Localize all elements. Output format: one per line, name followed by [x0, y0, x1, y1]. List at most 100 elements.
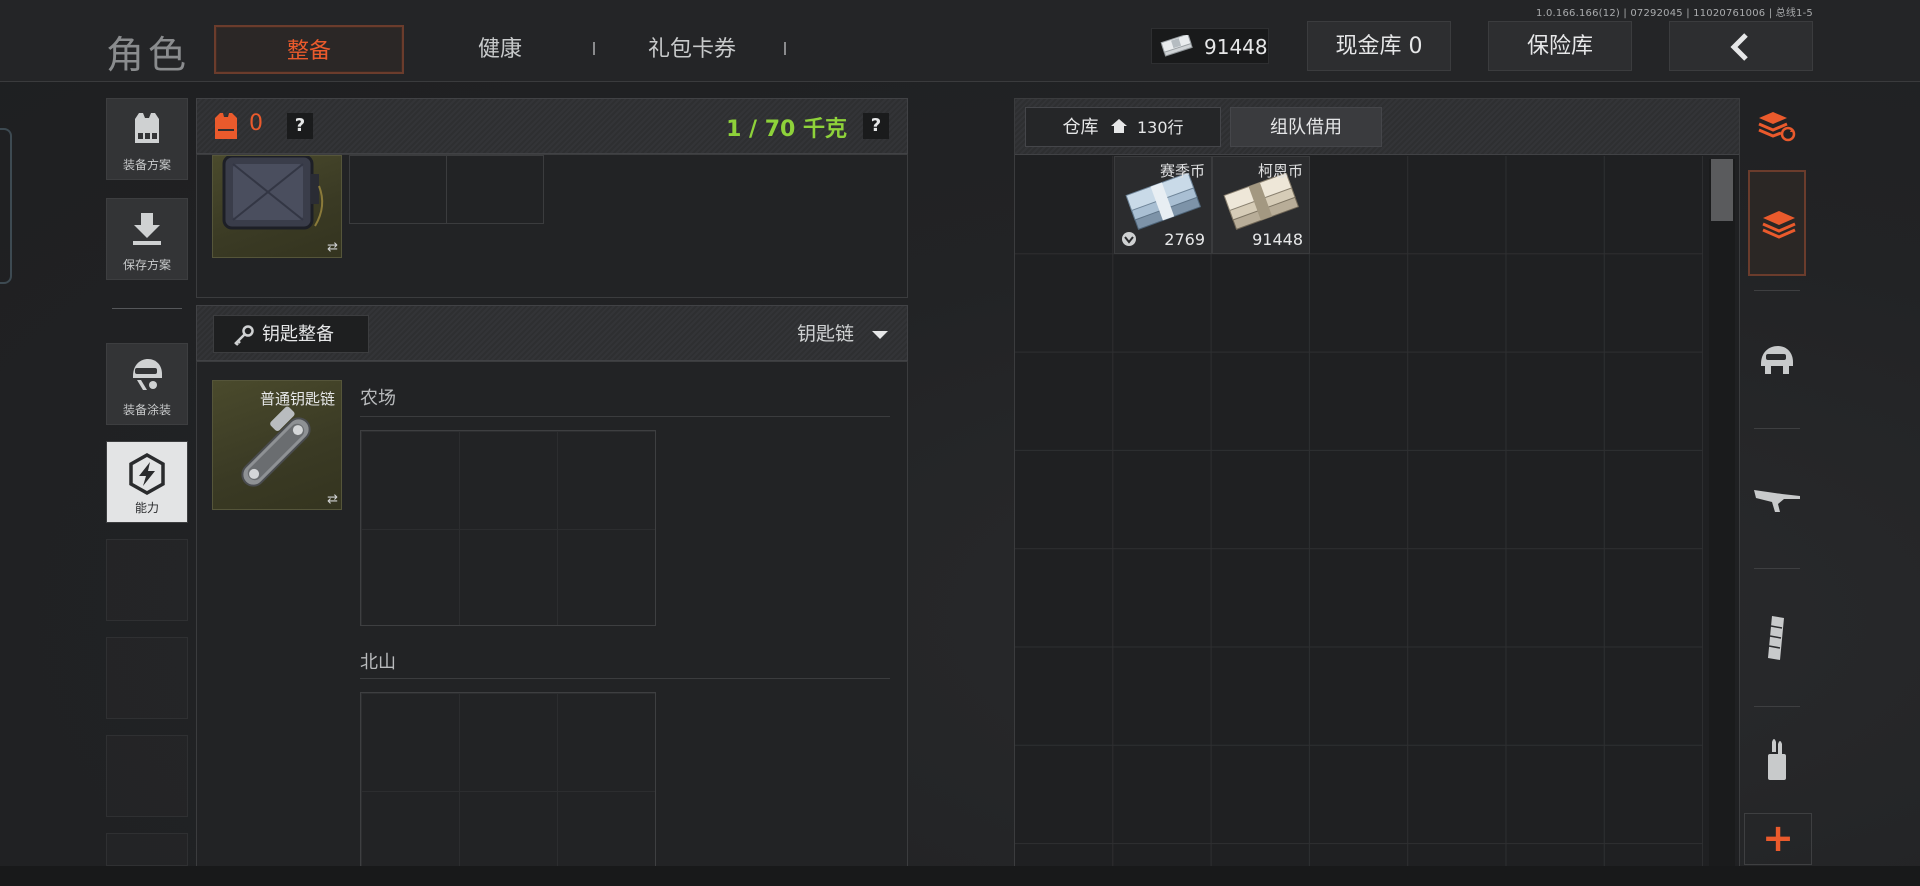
- season-coin-icon: [1125, 173, 1202, 230]
- koen-coin-icon: [1223, 173, 1300, 230]
- item-name: 赛季币: [1159, 162, 1205, 180]
- page-title: 角色: [106, 33, 191, 77]
- tab-team-borrow[interactable]: 组队借用: [1230, 107, 1382, 147]
- filter-all-selected[interactable]: [1748, 170, 1806, 276]
- filter-ammo[interactable]: [1740, 712, 1814, 806]
- case-panel: ⇄: [196, 154, 908, 298]
- layers-icon: [1762, 211, 1796, 239]
- tab-divider: [593, 42, 595, 55]
- sidebar-item-label: 装备涂装: [122, 403, 171, 417]
- top-bar: 1.0.166.166(12) | 07292045 | 11020761006…: [0, 0, 1920, 82]
- side-drawer-handle[interactable]: [0, 128, 12, 284]
- download-icon: [133, 213, 161, 245]
- key-grid-farm[interactable]: [360, 430, 656, 626]
- sidebar-item-equipment-paint[interactable]: 装备涂装: [106, 343, 188, 425]
- version-text: 1.0.166.166(12) | 07292045 | 11020761006…: [1536, 8, 1813, 19]
- key-equipment-title: 钥匙整备: [262, 324, 334, 345]
- lightning-hex-icon: [129, 452, 165, 496]
- armor-icon: [215, 113, 237, 139]
- tab-warehouse[interactable]: 仓库 130行: [1025, 107, 1221, 147]
- helmet-icon: [1761, 346, 1793, 374]
- sidebar-item-label: 保存方案: [122, 258, 171, 272]
- section-label-north-mountain: 北山: [360, 652, 396, 673]
- warehouse-item-season-coin[interactable]: 赛季币 2769: [1114, 156, 1212, 254]
- add-button[interactable]: +: [1744, 813, 1812, 865]
- capacity-header: 0 ? 1 / 70 千克 ?: [196, 98, 908, 154]
- item-quantity: 2769: [1164, 230, 1205, 249]
- key-equipment-header: 钥匙整备 钥匙链: [196, 305, 908, 361]
- filter-divider: [1754, 568, 1800, 569]
- key-equipment-button[interactable]: 钥匙整备: [213, 315, 369, 353]
- weight-text: 1 / 70 千克: [726, 117, 847, 142]
- section-divider: [360, 416, 890, 417]
- helmet-paint-icon: [133, 359, 162, 390]
- sidebar-empty-slot: [106, 637, 188, 719]
- sidebar-item-label: 能力: [134, 501, 159, 515]
- swap-icon[interactable]: ⇄: [327, 240, 338, 255]
- key-icon: [234, 325, 254, 346]
- filter-magazine[interactable]: [1740, 584, 1814, 694]
- sidebar-divider: [112, 308, 182, 309]
- bottom-bar: [0, 866, 1920, 886]
- sidebar-empty-slot: [106, 735, 188, 817]
- sidebar-empty-slot: [106, 833, 188, 866]
- section-label-farm: 农场: [360, 388, 396, 409]
- armor-count: 0: [249, 111, 263, 136]
- key-grid-north-mountain[interactable]: [360, 692, 656, 867]
- home-icon: [1111, 119, 1128, 133]
- case-slot[interactable]: [349, 155, 447, 224]
- rifle-icon: [1754, 490, 1800, 512]
- chevron-left-icon: [1730, 33, 1748, 61]
- warehouse-panel: 仓库 130行 组队借用 赛季币 2769 柯恩币 91448: [1014, 98, 1740, 868]
- vest-icon: [135, 113, 159, 143]
- currency-display: 91448: [1151, 28, 1269, 64]
- filter-helmet[interactable]: [1740, 304, 1814, 414]
- ammo-icon: [1768, 739, 1786, 780]
- warehouse-tab-label: 仓库: [1062, 117, 1099, 138]
- warehouse-header: 仓库 130行 组队借用: [1015, 99, 1739, 155]
- case-slot[interactable]: [446, 155, 544, 224]
- weight-help-button[interactable]: ?: [863, 113, 889, 139]
- tab-health[interactable]: 健康: [408, 25, 592, 74]
- item-quantity: 91448: [1252, 230, 1303, 249]
- warehouse-scrollbar[interactable]: [1709, 159, 1735, 867]
- tab-equip[interactable]: 整备: [214, 25, 404, 74]
- hard-case-icon: [222, 156, 324, 230]
- back-button[interactable]: [1669, 21, 1813, 71]
- filter-divider: [1754, 428, 1800, 429]
- currency-amount: 91448: [1204, 35, 1268, 59]
- sidebar-empty-slot: [106, 539, 188, 621]
- tab-divider: [784, 42, 786, 55]
- keychain-item-card[interactable]: 普通钥匙链 ⇄: [212, 380, 342, 510]
- sidebar-item-abilities[interactable]: 能力: [106, 441, 188, 523]
- item-name: 柯恩币: [1257, 162, 1303, 180]
- keychain-dropdown[interactable]: 钥匙链: [797, 319, 890, 346]
- key-panel: 普通钥匙链 ⇄ 农场 北山: [196, 361, 908, 867]
- help-button[interactable]: ?: [287, 113, 313, 139]
- magazine-icon: [1768, 616, 1784, 660]
- warehouse-item-koen-coin[interactable]: 柯恩币 91448: [1212, 156, 1310, 254]
- safe-vault-button[interactable]: 保险库: [1488, 21, 1632, 71]
- swap-icon[interactable]: ⇄: [327, 492, 338, 507]
- keychain-icon: [241, 406, 311, 487]
- case-item-card[interactable]: ⇄: [212, 155, 342, 258]
- chevron-down-icon: [872, 330, 889, 339]
- warehouse-rows: 130行: [1136, 118, 1184, 137]
- bound-icon: [1122, 232, 1136, 246]
- tab-gift-coupons[interactable]: 礼包卡券: [600, 25, 784, 74]
- keychain-dropdown-label: 钥匙链: [797, 323, 855, 345]
- scrollbar-thumb[interactable]: [1711, 159, 1733, 221]
- sidebar-item-loadout-plan[interactable]: 装备方案: [106, 98, 188, 180]
- filter-rifle[interactable]: [1740, 444, 1814, 554]
- warehouse-grid[interactable]: [1015, 156, 1703, 868]
- stack-refresh-icon: [1758, 112, 1796, 142]
- filter-divider: [1754, 706, 1800, 707]
- sidebar-item-save-plan[interactable]: 保存方案: [106, 198, 188, 280]
- category-filter-column: [1740, 98, 1814, 868]
- sidebar-item-label: 装备方案: [122, 158, 171, 172]
- cash-icon: [1160, 35, 1193, 57]
- section-divider: [360, 678, 890, 679]
- filter-sort-refresh[interactable]: [1740, 98, 1814, 156]
- filter-divider: [1754, 290, 1800, 291]
- cash-vault-button[interactable]: 现金库 0: [1307, 21, 1451, 71]
